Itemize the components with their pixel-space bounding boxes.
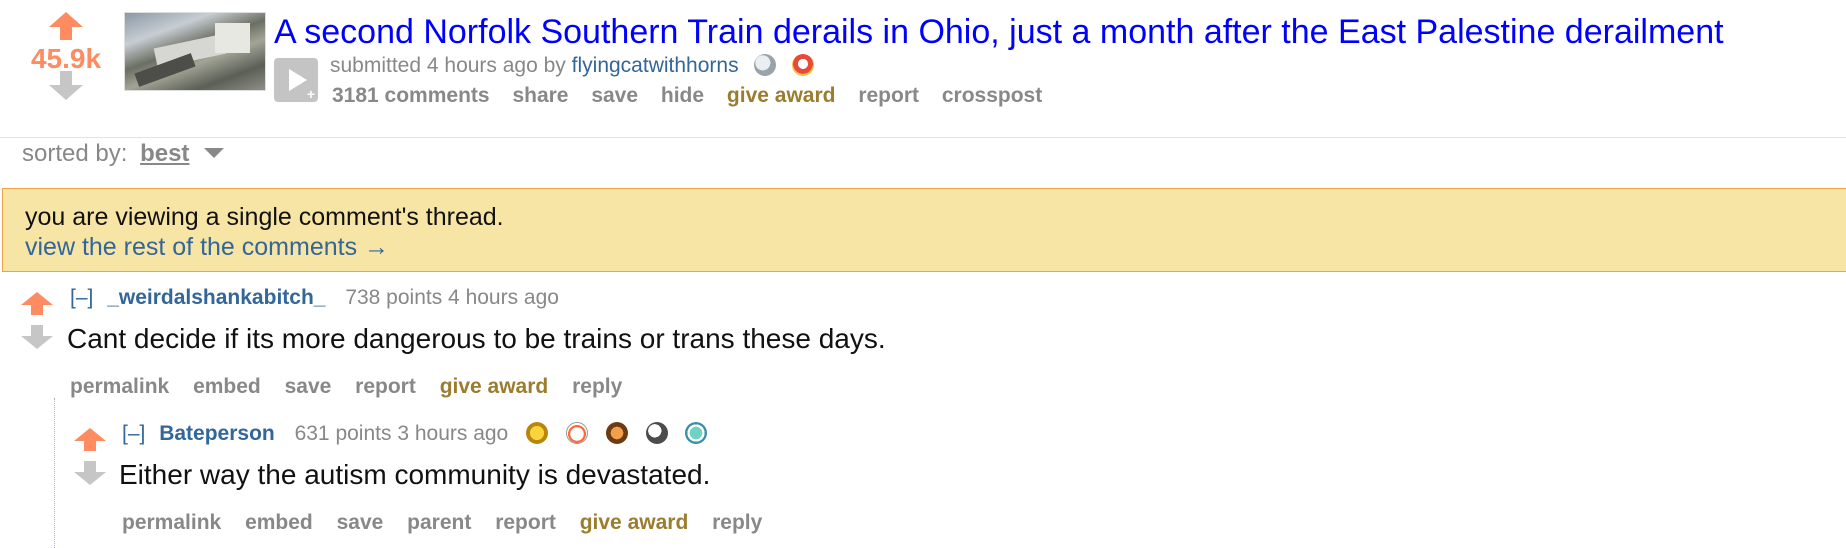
- post-header: 45.9k A second Norfolk Southern Train de…: [0, 0, 1846, 120]
- single-thread-notice: you are viewing a single comment's threa…: [2, 188, 1846, 272]
- save-button[interactable]: save: [591, 84, 638, 107]
- comment-body: Either way the autism community is devas…: [119, 459, 711, 490]
- save-button[interactable]: save: [337, 511, 384, 534]
- view-rest-link[interactable]: view the rest of the comments →: [25, 233, 389, 262]
- report-button[interactable]: report: [858, 84, 919, 107]
- permalink-button[interactable]: permalink: [122, 511, 221, 534]
- post-tagline: submitted 4 hours ago by flyingcatwithho…: [330, 54, 815, 78]
- upvote-arrow-icon[interactable]: [49, 12, 83, 40]
- chevron-down-icon[interactable]: [204, 148, 225, 158]
- report-button[interactable]: report: [495, 511, 556, 534]
- comment-upvote-arrow-icon[interactable]: [21, 292, 53, 315]
- give-award-button[interactable]: give award: [727, 84, 836, 107]
- comments-link[interactable]: 3181 comments: [332, 84, 490, 107]
- permalink-button[interactable]: permalink: [70, 375, 169, 398]
- award-helpful-icon[interactable]: [792, 54, 815, 76]
- award-wholesome-icon[interactable]: [565, 422, 588, 444]
- embed-button[interactable]: embed: [193, 375, 261, 398]
- expando-play-icon[interactable]: +: [274, 58, 318, 102]
- post-thumbnail[interactable]: [124, 12, 266, 91]
- reply-button[interactable]: reply: [572, 375, 622, 398]
- post-buttons: 3181 comments share save hide give award…: [332, 84, 1059, 108]
- comment-meta: [–] _weirdalshankabitch_ 738 points 4 ho…: [70, 286, 559, 310]
- comment-buttons: permalink embed save report give award r…: [70, 375, 640, 399]
- crosspost-button[interactable]: crosspost: [942, 84, 1042, 107]
- give-award-button[interactable]: give award: [580, 511, 689, 534]
- award-pie-icon[interactable]: [605, 422, 628, 444]
- award-silver-icon[interactable]: [754, 54, 777, 76]
- report-button[interactable]: report: [355, 375, 416, 398]
- give-award-button[interactable]: give award: [440, 375, 549, 398]
- sort-bar: sorted by: best: [22, 140, 225, 168]
- comment-upvote-arrow-icon[interactable]: [74, 428, 106, 451]
- submitted-text: submitted 4 hours ago by: [330, 54, 566, 77]
- sort-dropdown[interactable]: best: [140, 140, 189, 167]
- post-title-link[interactable]: A second Norfolk Southern Train derails …: [274, 12, 1724, 52]
- child-thread-line: [54, 398, 55, 548]
- comment-meta: [–] Bateperson 631 points 3 hours ago: [122, 422, 708, 446]
- award-skull-icon[interactable]: [645, 422, 668, 444]
- embed-button[interactable]: embed: [245, 511, 313, 534]
- divider: [0, 137, 1846, 138]
- post-vote-column: 45.9k: [20, 12, 112, 100]
- save-button[interactable]: save: [285, 375, 332, 398]
- collapse-toggle[interactable]: [–]: [70, 286, 93, 309]
- comment-author-link[interactable]: _weirdalshankabitch_: [107, 286, 325, 309]
- comment-buttons: permalink embed save parent report give …: [122, 511, 780, 535]
- sort-label: sorted by:: [22, 140, 128, 167]
- comment-author-link[interactable]: Bateperson: [159, 422, 275, 445]
- notice-text: you are viewing a single comment's threa…: [25, 203, 504, 231]
- reply-button[interactable]: reply: [712, 511, 762, 534]
- downvote-arrow-icon[interactable]: [49, 71, 83, 100]
- award-mind-blown-icon[interactable]: [685, 422, 708, 444]
- share-button[interactable]: share: [512, 84, 568, 107]
- collapse-toggle[interactable]: [–]: [122, 422, 145, 445]
- comment-points-time: 631 points 3 hours ago: [294, 422, 509, 445]
- post-score: 45.9k: [30, 43, 102, 74]
- comment-points-time: 738 points 4 hours ago: [345, 286, 559, 309]
- comment-downvote-arrow-icon[interactable]: [21, 325, 53, 349]
- comment-downvote-arrow-icon[interactable]: [74, 461, 106, 485]
- hide-button[interactable]: hide: [661, 84, 704, 107]
- award-gold-icon[interactable]: [526, 422, 549, 444]
- parent-button[interactable]: parent: [407, 511, 471, 534]
- post-author-link[interactable]: flyingcatwithhorns: [572, 54, 739, 77]
- comment-body: Cant decide if its more dangerous to be …: [67, 323, 886, 354]
